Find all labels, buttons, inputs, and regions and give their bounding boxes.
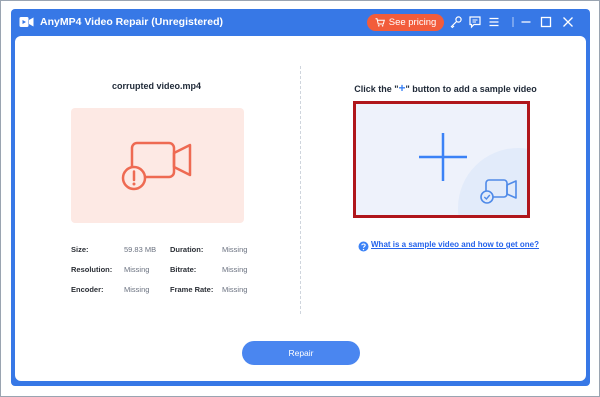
meta-encoder-label: Encoder: xyxy=(71,285,104,294)
maximize-icon[interactable] xyxy=(539,15,553,29)
screenshot-frame: AnyMP4 Video Repair (Unregistered) See p… xyxy=(0,0,600,397)
meta-duration-value: Missing xyxy=(222,245,248,254)
meta-duration-label: Duration: xyxy=(170,245,204,254)
plus-inline-icon: + xyxy=(398,81,406,95)
see-pricing-label: See pricing xyxy=(388,17,437,28)
add-sample-video-button[interactable] xyxy=(353,101,530,218)
plus-icon xyxy=(419,133,467,181)
meta-bitrate-value: Missing xyxy=(222,265,248,274)
meta-size-value: 59.83 MB xyxy=(124,245,157,254)
meta-resolution-value: Missing xyxy=(124,265,150,274)
sample-instructions-end: " button to add a sample video xyxy=(405,84,537,94)
meta-resolution-label: Resolution: xyxy=(71,265,113,274)
panel-divider xyxy=(300,66,301,314)
help-question-icon xyxy=(358,241,369,252)
cart-icon xyxy=(375,18,385,27)
app-logo-icon xyxy=(19,17,34,27)
sample-video-camera-icon xyxy=(480,179,517,204)
see-pricing-button[interactable]: See pricing xyxy=(367,14,444,31)
corrupted-file-name: corrupted video.mp4 xyxy=(111,81,201,91)
key-icon[interactable] xyxy=(449,15,463,29)
divider-icon xyxy=(512,17,514,27)
title-bar: AnyMP4 Video Repair (Unregistered) See p… xyxy=(11,9,590,35)
sample-instructions: Click the "+" button to add a sample vid… xyxy=(305,81,586,95)
corrupted-video-icon xyxy=(121,141,192,191)
meta-bitrate-label: Bitrate: xyxy=(170,265,197,274)
menu-icon[interactable] xyxy=(487,15,501,29)
corrupted-video-thumbnail xyxy=(71,108,244,223)
meta-encoder-value: Missing xyxy=(124,285,150,294)
window-title: AnyMP4 Video Repair (Unregistered) xyxy=(40,16,224,28)
sample-instructions-start: Click the " xyxy=(354,84,399,94)
app-window: AnyMP4 Video Repair (Unregistered) See p… xyxy=(11,9,590,386)
sample-video-help-link[interactable]: What is a sample video and how to get on… xyxy=(371,240,541,250)
meta-frame-rate-value: Missing xyxy=(222,285,248,294)
meta-size-label: Size: xyxy=(71,245,89,254)
minimize-icon[interactable] xyxy=(519,15,533,29)
feedback-icon[interactable] xyxy=(468,15,482,29)
meta-frame-rate-label: Frame Rate: xyxy=(170,285,214,294)
close-icon[interactable] xyxy=(561,15,575,29)
main-content: corrupted video.mp4 Size: 59.83 MB Durat… xyxy=(15,36,586,381)
repair-button[interactable]: Repair xyxy=(242,341,360,365)
